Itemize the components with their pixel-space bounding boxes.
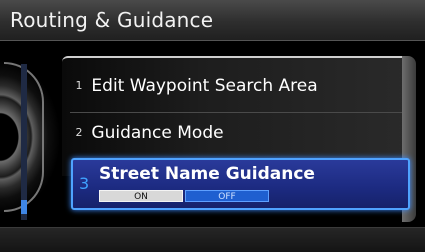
option-on-button[interactable]: ON (99, 190, 183, 202)
menu-item-label: Street Name Guidance (99, 164, 315, 184)
bottom-bar (0, 227, 425, 252)
menu-item-edit-waypoint-search-area[interactable]: 1 Edit Waypoint Search Area (72, 76, 402, 96)
menu-item-guidance-mode[interactable]: 2 Guidance Mode (72, 123, 402, 143)
option-off-button[interactable]: OFF (185, 190, 269, 202)
menu-item-number: 3 (79, 174, 90, 193)
menu-item-label: Edit Waypoint Search Area (91, 76, 318, 96)
title-bar: Routing & Guidance (0, 0, 425, 41)
divider (70, 112, 402, 113)
menu-item-street-name-guidance[interactable]: 3 Street Name Guidance ON OFF (71, 158, 410, 210)
menu-screen: 1 Edit Waypoint Search Area 2 Guidance M… (0, 42, 425, 227)
page-title: Routing & Guidance (10, 8, 214, 32)
menu-item-number: 1 (75, 79, 83, 92)
menu-item-number: 2 (75, 126, 83, 139)
scrollbar-track[interactable] (21, 64, 27, 220)
scrollbar-thumb[interactable] (21, 200, 27, 214)
menu-item-label: Guidance Mode (91, 123, 224, 143)
